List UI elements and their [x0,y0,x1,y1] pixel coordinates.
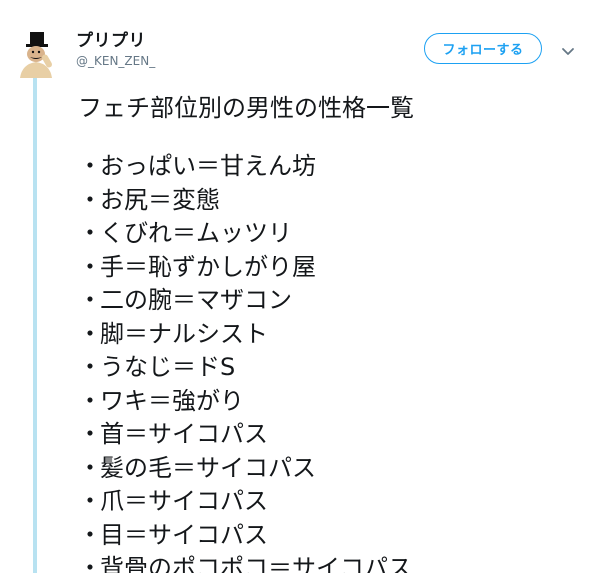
list-item-text: 首＝サイコパス [100,420,268,448]
thread-connector-line [33,78,37,573]
list-item: ・爪＝サイコパス [78,485,412,519]
list-item: ・おっぱい＝甘えん坊 [78,150,412,184]
bullet-mark: ・ [78,319,102,348]
display-name[interactable]: プリプリ [76,26,146,51]
bullet-mark: ・ [78,420,102,448]
list-item-text: おっぱい＝甘えん坊 [100,152,316,180]
follow-button[interactable]: フォローする [424,33,542,64]
chevron-down-icon[interactable] [561,42,575,55]
list-item: ・目＝サイコパス [78,519,412,553]
list-item-text: お尻＝変態 [100,185,220,214]
list-item: ・くびれ＝ムッツリ [78,217,412,251]
list-item-text: 目＝サイコパス [100,520,268,549]
list-item: ・ワキ＝強がり [78,385,412,419]
list-item: ・二の腕＝マザコン [78,284,412,318]
list-item: ・お尻＝変態 [78,184,412,218]
bullet-mark: ・ [78,286,102,314]
bullet-mark: ・ [78,520,102,549]
username[interactable]: @_KEN_ZEN_ [76,54,155,68]
list-item-text: 爪＝サイコパス [100,487,268,515]
bullet-mark: ・ [78,219,102,247]
list-item-text: くびれ＝ムッツリ [100,219,292,247]
bullet-mark: ・ [78,487,102,515]
tweet-title: フェチ部位別の男性の性格一覧 [78,94,414,122]
list-item-text: 髪の毛＝サイコパス [100,453,316,482]
list-item-text: 手＝恥ずかしがり屋 [100,252,316,281]
avatar[interactable] [10,28,62,80]
list-item: ・背骨のポコポコ＝サイコパス [78,552,412,573]
tweet-list: ・おっぱい＝甘えん坊 ・お尻＝変態 ・くびれ＝ムッツリ ・手＝恥ずかしがり屋 ・二の腕＝… [78,150,412,573]
list-item-text: 脚＝ナルシスト [100,319,268,348]
list-item: ・脚＝ナルシスト [78,318,412,352]
avatar-image [20,32,52,78]
bullet-mark: ・ [78,185,102,214]
list-item-text: 背骨のポコポコ＝サイコパス [100,554,412,573]
bullet-mark: ・ [78,252,102,281]
list-item: ・手＝恥ずかしがり屋 [78,251,412,285]
list-item: ・髪の毛＝サイコパス [78,452,412,486]
bullet-mark: ・ [78,386,102,415]
tweet-card: プリプリ @_KEN_ZEN_ フォローする フェチ部位別の男性の性格一覧 ・お… [0,0,598,573]
list-item-text: うなじ＝ドS [100,353,236,381]
list-item-text: 二の腕＝マザコン [100,286,292,314]
bullet-mark: ・ [78,554,102,573]
list-item-text: ワキ＝強がり [100,386,244,415]
list-item: ・首＝サイコパス [78,418,412,452]
bullet-mark: ・ [78,152,102,180]
bullet-mark: ・ [78,353,102,381]
list-item: ・うなじ＝ドS [78,351,412,385]
bullet-mark: ・ [78,453,102,482]
